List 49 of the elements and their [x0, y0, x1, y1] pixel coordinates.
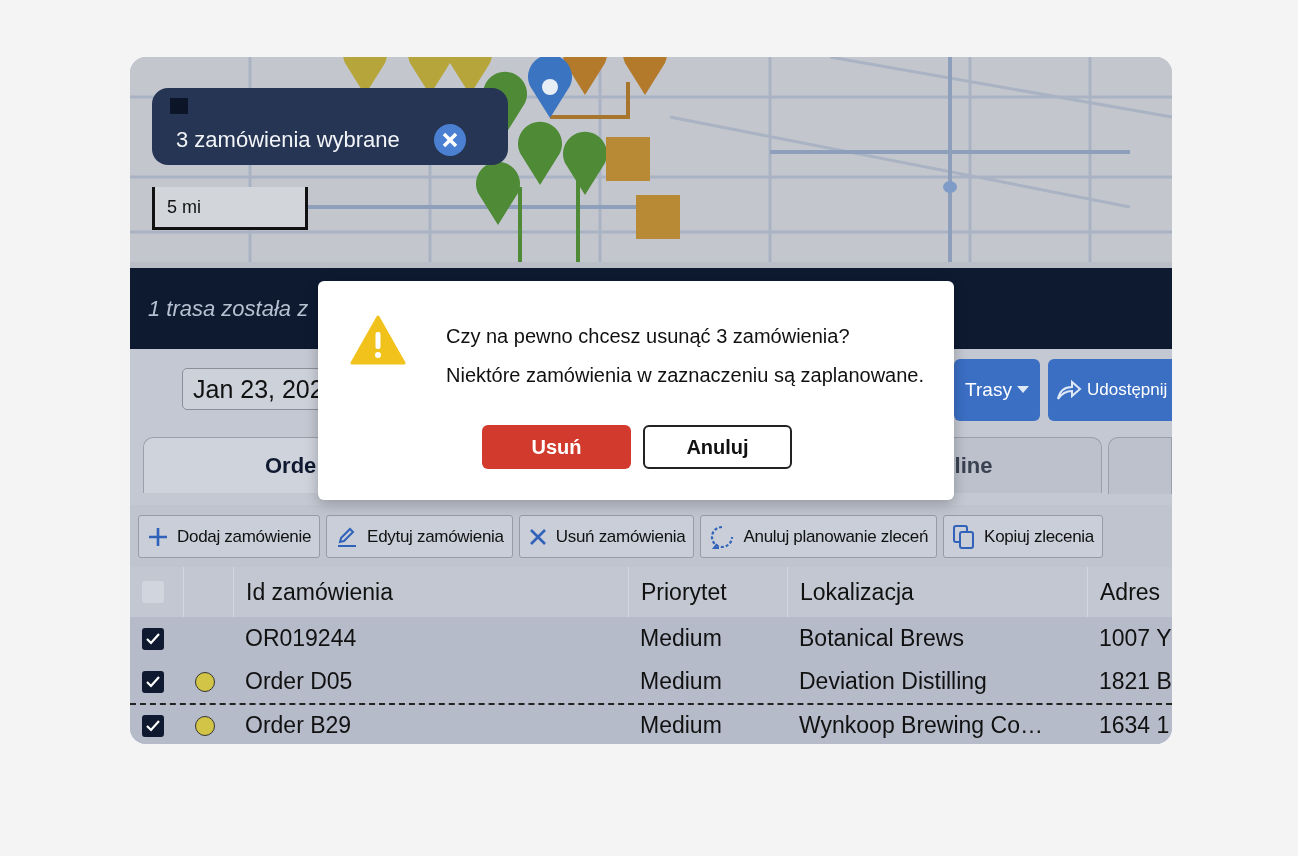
table-cell-text: 1821 B — [1098, 668, 1172, 695]
copy-icon — [952, 523, 977, 550]
table-cell-text: Medium — [639, 625, 723, 652]
close-icon — [527, 526, 548, 547]
edit-button[interactable]: Edytuj zamówienia — [326, 515, 513, 558]
table-cell-text: 1634 1 — [1098, 712, 1171, 739]
table-cell-text: Medium — [639, 712, 723, 739]
table-cell-text: Order D05 — [244, 668, 354, 695]
column-header[interactable]: Id zamówienia — [233, 567, 628, 617]
copy-button[interactable]: Kopiuj zlecenia — [943, 515, 1103, 558]
tab[interactable]: Orde — [143, 437, 318, 493]
table-cell-text: Botanical Brews — [798, 625, 965, 652]
cancel-button[interactable]: Anuluj — [643, 425, 792, 469]
share-icon — [1056, 379, 1082, 401]
unschedule-button[interactable]: Anuluj planowanie zleceń — [700, 515, 938, 558]
selection-count: 3 zamówienia wybrane — [176, 126, 400, 153]
table-cell-text: Deviation Distilling — [798, 668, 988, 695]
add-button[interactable]: Dodaj zamówienie — [138, 515, 321, 558]
table-cell-text: 1007 Y — [1098, 625, 1172, 652]
checkmark-icon — [146, 719, 160, 732]
table-cell-text: Medium — [639, 668, 723, 695]
checkbox[interactable] — [142, 714, 164, 737]
delete-button[interactable]: Usuń — [482, 425, 631, 469]
table-row[interactable]: Order D05 Medium Deviation Distilling 1821 B — [130, 660, 1172, 703]
column-header[interactable]: Lokalizacja — [787, 567, 1087, 617]
table-row[interactable]: OR019244 Medium Botanical Brews 1007 Y — [130, 617, 1172, 660]
close-icon[interactable] — [433, 123, 466, 156]
delete-button[interactable]: Usuń zamówienia — [518, 515, 695, 558]
dialog-message: Niektóre zamówienia w zaznaczeniu są zaplanowane. — [446, 364, 925, 387]
share-button[interactable]: Udostępnij — [1048, 359, 1172, 421]
map-scale: 5 mi — [152, 187, 308, 230]
banner-message: 1 trasa została z — [147, 295, 309, 322]
table-cell-text: Wynkoop Brewing Co… — [798, 712, 1044, 739]
table-cell-text: Order B29 — [244, 712, 353, 739]
table-cell-text: OR019244 — [244, 625, 358, 652]
checkbox[interactable] — [142, 670, 164, 693]
column-header[interactable]: Priorytet — [628, 567, 787, 617]
plus-icon — [147, 525, 169, 548]
column-header[interactable]: Adres — [1087, 567, 1172, 617]
tab[interactable]: line — [953, 437, 1103, 493]
dropdown-button[interactable]: Trasy — [954, 359, 1040, 421]
warning-icon — [350, 315, 406, 365]
caret-icon — [1016, 386, 1029, 394]
dialog-title: Czy na pewno chcesz usunąć 3 zamówienia? — [446, 325, 851, 348]
checkmark-icon — [146, 632, 160, 645]
checkmark-icon — [146, 675, 160, 688]
table-row[interactable]: Order B29 Medium Wynkoop Brewing Co… 1634 1 — [130, 703, 1172, 744]
checkbox[interactable] — [142, 627, 164, 650]
square-icon — [170, 98, 188, 114]
